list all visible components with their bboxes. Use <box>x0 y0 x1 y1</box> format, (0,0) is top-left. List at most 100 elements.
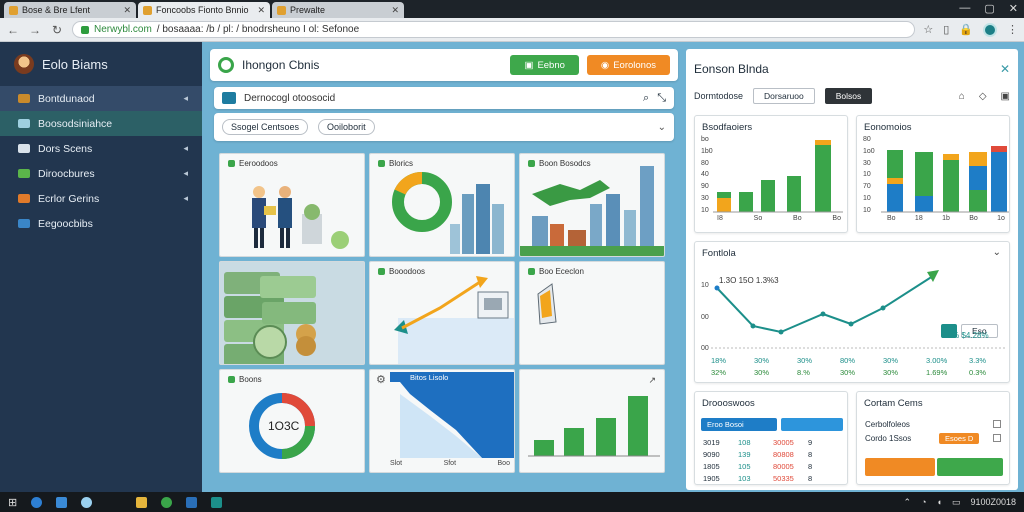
tray-up-icon[interactable]: ⌃ <box>904 497 912 508</box>
close-window-icon[interactable]: ✕ <box>1009 2 1018 15</box>
home-icon[interactable]: ⌂ <box>959 91 965 102</box>
sidebar-item-label: Diroocbures <box>38 167 95 180</box>
close-icon[interactable]: ✕ <box>1000 62 1010 76</box>
tile-map[interactable]: Boon Bosodcs <box>519 153 665 257</box>
tab-close-icon[interactable]: ✕ <box>257 5 265 16</box>
money-stack-illustration <box>224 272 316 364</box>
tile-donut[interactable]: Blorics <box>369 153 515 257</box>
tile-warning[interactable]: Boo Ececlon <box>519 261 665 365</box>
sidebar: Eolo Biams Bontdunaod ◂ Boosodsiniahce Dors… <box>0 42 202 492</box>
filter-chip-1[interactable]: Ssogel Centsoes <box>222 119 309 135</box>
nav-item-icon <box>18 219 30 228</box>
tile-growth[interactable]: Booodoos <box>369 261 515 365</box>
shield-icon[interactable]: ◇ <box>979 91 987 102</box>
folder-taskbar-icon[interactable] <box>136 496 148 508</box>
settings-icon: ◉ <box>600 59 610 71</box>
map-city-illustration <box>520 166 664 256</box>
extension-icon[interactable]: ▯ <box>943 23 949 36</box>
sidebar-item-2[interactable]: Boosodsiniahce <box>0 111 202 136</box>
tile-money[interactable] <box>219 261 365 365</box>
battery-icon[interactable]: ▭ <box>952 497 961 508</box>
volume-icon[interactable]: ◖ <box>937 497 942 507</box>
tab-close-icon[interactable]: ✕ <box>391 5 399 16</box>
search-bar[interactable]: Dernocogl otoosocid ⌕ ⤡ <box>214 87 674 109</box>
nav-item-icon <box>18 119 30 128</box>
primary-orange-button[interactable]: ◉ Eorolonos <box>586 55 670 75</box>
sidebar-item-3[interactable]: Dors Scens ◂ <box>0 136 202 161</box>
primary-green-button[interactable]: ▣ Eebno <box>510 55 579 75</box>
card1-xaxis: I8 So Bo Bo <box>717 215 841 222</box>
right-panel: Eonson Blnda ✕ Dormtodose Dorsaruoo Bols… <box>686 49 1018 490</box>
toolbar-icons: ⌂ ◇ ▣ <box>959 91 1010 102</box>
search-icon[interactable]: ⌕ <box>643 92 649 105</box>
tile-business[interactable]: Eeroodoos <box>219 153 365 257</box>
search-input[interactable]: Dernocogl otoosocid <box>244 93 635 104</box>
tile-bar-chart[interactable]: ↗ <box>519 369 665 473</box>
browser-tab-2[interactable]: Foncoobs Fionto Bnnio ✕ <box>138 2 270 18</box>
tile-ring-chart[interactable]: Boons 1O3C <box>219 369 365 473</box>
profile-avatar[interactable] <box>983 22 997 37</box>
star-icon[interactable]: ☆ <box>923 23 933 36</box>
back-arrow-icon[interactable]: ← <box>6 23 20 37</box>
business-people-illustration <box>252 186 349 249</box>
right-toolbar: Dormtodose Dorsaruoo Bolsos ⌂ ◇ ▣ <box>694 85 1010 107</box>
filter-chip-2[interactable]: Ooiloborit <box>318 119 375 135</box>
right-panel-header: Eonson Blnda ✕ <box>694 57 1010 81</box>
minimize-icon[interactable]: — <box>959 2 970 15</box>
checkbox[interactable] <box>993 420 1001 428</box>
browser-tab-3[interactable]: Prewalte ✕ <box>272 2 404 18</box>
sidebar-brand[interactable]: Eolo Biams <box>0 42 202 86</box>
nav-item-icon <box>18 169 30 178</box>
tab-close-icon[interactable]: ✕ <box>123 5 131 16</box>
line-value-table: 18% 30% 30% 80% 30% 3.00% 3.3% 32% 30% 8.% 30% 30%… <box>711 356 987 377</box>
forward-arrow-icon[interactable]: → <box>28 23 42 37</box>
nav-item-icon <box>18 144 30 153</box>
bar-chart <box>528 396 660 457</box>
app-taskbar-icon[interactable] <box>186 496 198 508</box>
url-input[interactable]: Nerwybl.com / bosaaaa: /b / pl: / bnodrs… <box>72 21 916 38</box>
warning-sign-illustration <box>537 283 557 325</box>
browser-taskbar-icon[interactable] <box>31 496 43 508</box>
tile-area-chart[interactable]: ⚙ Bitos Lisolo Slot Sfot Boo <box>369 369 515 473</box>
card2-xaxis: Bo 18 1b Bo 1o <box>887 215 1005 222</box>
start-icon[interactable]: ⊞ <box>8 496 17 509</box>
outline-button[interactable]: Dorsaruoo <box>753 88 815 104</box>
area-chart <box>400 382 514 458</box>
network-icon[interactable]: ◔ <box>921 497 926 507</box>
search-taskbar-icon[interactable] <box>81 496 93 508</box>
dark-button[interactable]: Bolsos <box>824 88 873 104</box>
window-controls: — ▢ ✕ <box>959 2 1018 15</box>
chevron-icon: ◂ <box>183 168 188 178</box>
card-custom: Cortam Cems Cerbolfoleos Cordo 1Ssos Eso… <box>856 391 1010 485</box>
square-icon[interactable]: ▣ <box>1001 91 1010 102</box>
chrome-taskbar-icon[interactable] <box>161 496 173 508</box>
sidebar-item-label: Ecrlor Gerins <box>38 192 100 205</box>
growth-arrow-illustration <box>394 276 514 364</box>
sidebar-item-5[interactable]: Ecrlor Gerins ◂ <box>0 186 202 211</box>
nav-item-icon <box>18 194 30 203</box>
lock-status-icon[interactable]: 🔒 <box>959 23 973 36</box>
main-panel: Ihongon Cbnis ▣ Eebno ◉ Eorolonos Dernoc… <box>210 49 678 490</box>
status-pill[interactable]: Esoes D <box>939 433 980 444</box>
clock[interactable]: 9100Z0018 <box>970 497 1016 507</box>
checkbox[interactable] <box>993 434 1001 442</box>
files-taskbar-icon[interactable] <box>56 496 68 508</box>
maximize-icon[interactable]: ▢ <box>984 2 994 15</box>
toolbar-label: Dormtodose <box>694 91 744 101</box>
check-icon: ▣ <box>524 59 534 71</box>
filter-row: Ssogel Centsoes Ooiloborit ⌄ <box>214 113 674 141</box>
chevron-icon: ◂ <box>183 193 188 203</box>
lock-icon <box>81 25 89 34</box>
card-bar-chart-2: Eonomoios 80 1o0 30 10 70 10 10 Bo 18 1b Bo 1o <box>856 115 1010 233</box>
sidebar-item-1[interactable]: Bontdunaod ◂ <box>0 86 202 111</box>
sidebar-item-6[interactable]: Eegoocbibs <box>0 211 202 236</box>
expand-icon[interactable]: ⤡ <box>657 92 666 105</box>
logo-icon <box>218 57 234 73</box>
sidebar-item-4[interactable]: Diroocbures ◂ <box>0 161 202 186</box>
reload-icon[interactable]: ↻ <box>50 23 64 37</box>
browser-tab-1[interactable]: Bose & Bre Lfent ✕ <box>4 2 136 18</box>
chevron-down-icon[interactable]: ⌄ <box>658 122 666 133</box>
browser-actions: ☆ ▯ 🔒 ⋮ <box>923 22 1018 37</box>
menu-icon[interactable]: ⋮ <box>1007 23 1018 36</box>
store-taskbar-icon[interactable] <box>211 496 223 508</box>
